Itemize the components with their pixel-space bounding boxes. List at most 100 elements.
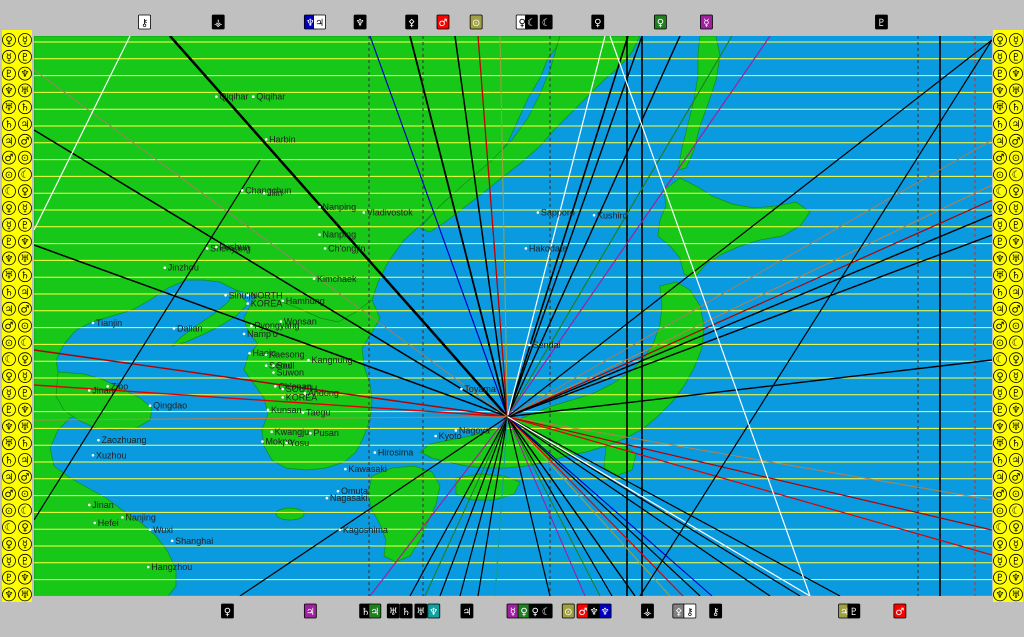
side-glyph-icon: ♇ xyxy=(2,570,16,585)
planet-glyph-icon[interactable]: ♇ xyxy=(875,14,888,30)
city-marker[interactable]: Kushiro xyxy=(592,210,628,220)
city-marker[interactable]: Kagoshima xyxy=(338,525,388,535)
planet-glyph-icon[interactable]: ♂ xyxy=(436,14,450,30)
city-marker[interactable]: Ch'ongjin xyxy=(323,243,366,253)
city-name: Taegu xyxy=(306,408,331,418)
city-marker[interactable]: Nanping xyxy=(318,230,356,240)
city-marker[interactable]: Wuxi xyxy=(148,525,173,535)
svg-text:♇: ♇ xyxy=(996,573,1005,584)
city-marker[interactable]: Qingdao xyxy=(148,401,187,411)
side-glyph-icon: ☿ xyxy=(993,49,1007,64)
city-name: Zaozhuang xyxy=(101,435,146,445)
city-marker[interactable]: Omuta xyxy=(336,486,368,496)
city-marker[interactable]: Sapporo xyxy=(536,208,575,218)
planet-glyph-icon[interactable]: ☿ xyxy=(700,14,713,30)
city-marker[interactable]: Fushun xyxy=(215,242,249,252)
city-marker[interactable]: Toyama xyxy=(460,384,496,394)
city-marker[interactable]: Hamhung xyxy=(281,296,325,306)
planet-glyph-icon[interactable]: ⚷ xyxy=(683,603,697,619)
side-glyph-icon: ☿ xyxy=(18,201,32,215)
city-marker[interactable]: Jinzhou xyxy=(163,263,199,273)
side-glyph-icon: ☾ xyxy=(2,520,16,535)
planet-glyph-icon[interactable]: ☾ xyxy=(539,14,553,30)
city-marker[interactable]: Kaesong xyxy=(264,350,305,360)
planet-glyph-icon[interactable]: ♀ xyxy=(591,14,605,30)
planet-glyph-icon[interactable]: ⚷ xyxy=(709,603,723,619)
planet-glyph-icon[interactable]: ⚴ xyxy=(672,603,686,619)
city-marker[interactable]: Namp'o xyxy=(242,329,278,339)
planet-glyph-icon[interactable]: ♅ xyxy=(414,603,428,619)
planet-glyph-icon[interactable]: ☾ xyxy=(539,603,553,619)
side-glyph-icon: ☿ xyxy=(2,553,16,568)
city-marker[interactable]: Nagoya xyxy=(454,425,490,435)
planet-glyph-icon[interactable]: ⚶ xyxy=(641,603,654,619)
planet-glyph-icon[interactable]: ♀ xyxy=(528,603,542,619)
city-marker[interactable]: Changchun xyxy=(240,185,291,195)
city-marker[interactable]: KOREA xyxy=(246,299,282,309)
city-marker[interactable]: Kangnung xyxy=(307,355,353,365)
city-marker[interactable]: Hirosima xyxy=(373,448,414,458)
city-marker[interactable]: Pusan xyxy=(309,428,339,438)
city-marker[interactable]: Suwon xyxy=(272,368,304,378)
planet-glyph-icon[interactable]: ♆ xyxy=(427,603,441,619)
planet-glyph-icon[interactable]: ♂ xyxy=(893,603,907,619)
city-marker[interactable]: Vladivostok xyxy=(362,208,413,218)
side-glyph-icon: ♀ xyxy=(1009,520,1023,535)
planet-glyph-icon[interactable]: ⊙ xyxy=(469,14,483,30)
city-marker[interactable]: Yosu xyxy=(285,438,309,448)
city-marker[interactable]: Tianjin xyxy=(91,318,122,328)
city-marker[interactable]: Jinan xyxy=(87,385,114,395)
planet-glyph-icon[interactable]: ☿ xyxy=(506,603,520,619)
astrocartography-map[interactable]: Qiqihar Qiqihar Harbin ChangchunJilin Nanpin… xyxy=(0,0,1024,637)
city-marker[interactable]: Hefei xyxy=(93,518,119,528)
svg-text:☾: ☾ xyxy=(542,607,551,618)
city-marker[interactable]: Andong xyxy=(303,388,339,398)
city-marker[interactable]: Qiqihar xyxy=(251,92,285,102)
city-marker[interactable]: Dalian xyxy=(172,323,203,333)
city-marker[interactable]: Kunsan xyxy=(266,405,302,415)
city-marker[interactable]: Sendai xyxy=(528,340,561,350)
city-marker[interactable]: Harbin xyxy=(264,134,296,144)
planet-glyph-icon[interactable]: ⚴ xyxy=(405,14,419,30)
planet-glyph-icon[interactable]: ♆ xyxy=(598,603,612,619)
svg-text:♅: ♅ xyxy=(1012,86,1021,97)
city-marker[interactable]: Kawasaki xyxy=(344,464,387,474)
svg-text:♃: ♃ xyxy=(996,136,1005,147)
city-marker[interactable]: Xuzhou xyxy=(91,450,127,460)
planet-glyph-icon[interactable]: ♃ xyxy=(460,603,474,619)
city-marker[interactable]: Zaozhuang xyxy=(97,435,147,445)
planet-glyph-icon[interactable]: ♀ xyxy=(221,603,234,619)
city-marker[interactable]: Jinan xyxy=(87,500,114,510)
city-marker[interactable]: Nanjing xyxy=(121,512,156,522)
city-name: Kagoshima xyxy=(343,525,388,535)
city-marker[interactable]: Nanping xyxy=(318,202,356,212)
jeju-island-land xyxy=(275,507,305,521)
city-marker[interactable]: Hangzhou xyxy=(146,562,192,572)
svg-text:☿: ☿ xyxy=(6,52,12,63)
planet-glyph-icon[interactable]: ♂ xyxy=(576,603,590,619)
planet-glyph-icon[interactable]: ♃ xyxy=(303,603,317,619)
planet-glyph-icon[interactable]: ♃ xyxy=(368,603,382,619)
city-marker[interactable]: Qiqihar xyxy=(215,92,248,102)
planet-glyph-icon[interactable]: ♃ xyxy=(313,14,326,30)
planet-glyph-icon[interactable]: ⊙ xyxy=(561,603,575,619)
planet-glyph-icon[interactable]: ♄ xyxy=(399,603,413,619)
planet-glyph-icon[interactable]: ☾ xyxy=(525,14,538,30)
city-marker[interactable]: Kwangju xyxy=(270,427,309,437)
planet-glyph-icon[interactable]: ♀ xyxy=(517,603,531,619)
city-marker[interactable]: Mokpo xyxy=(261,437,292,447)
planet-glyph-icon[interactable]: ♆ xyxy=(587,603,601,619)
svg-text:♂: ♂ xyxy=(5,489,14,500)
city-marker[interactable]: Kyoto xyxy=(434,431,462,441)
city-marker[interactable]: Kimchaek xyxy=(312,274,357,284)
planet-glyph-icon[interactable]: ♅ xyxy=(386,603,400,619)
planet-glyph-icon[interactable]: ⚷ xyxy=(138,14,151,30)
city-marker[interactable]: Taegu xyxy=(301,408,331,418)
planet-glyph-icon[interactable]: ⚶ xyxy=(211,14,225,30)
planet-glyph-icon[interactable]: ♀ xyxy=(653,14,667,30)
planet-glyph-icon[interactable]: ♆ xyxy=(353,14,367,30)
city-marker[interactable]: Hakodate xyxy=(524,243,568,253)
city-marker[interactable]: Wonsan xyxy=(279,317,317,327)
city-marker[interactable]: Shanghai xyxy=(170,536,213,546)
planet-glyph-icon[interactable]: ♇ xyxy=(847,603,861,619)
